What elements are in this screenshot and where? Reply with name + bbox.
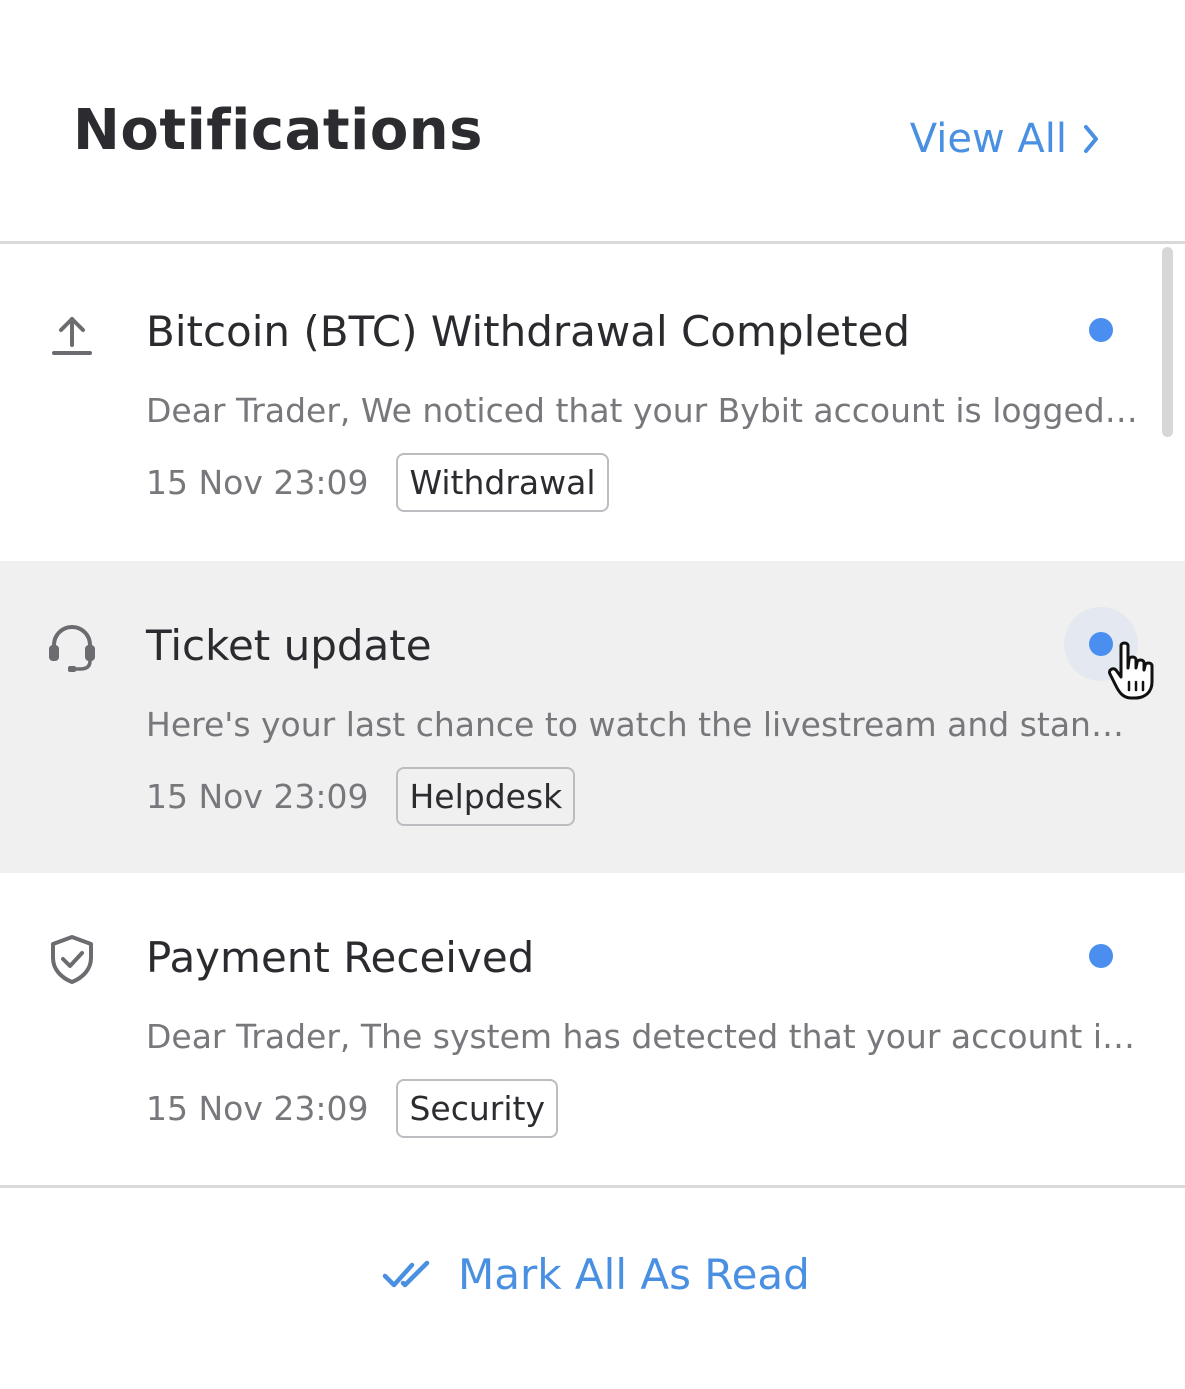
chevron-right-icon: [1084, 125, 1098, 153]
panel-header: Notifications View All: [0, 0, 1185, 244]
notification-item[interactable]: Bitcoin (BTC) Withdrawal Completed Dear …: [0, 247, 1185, 559]
notification-time: 15 Nov 23:09: [146, 1089, 369, 1128]
upload-icon: [44, 305, 100, 361]
notification-tag[interactable]: Helpdesk: [396, 767, 576, 826]
double-check-icon: [382, 1260, 430, 1287]
notifications-panel: Notifications View All Bitcoin (BTC) Wit…: [0, 0, 1185, 1389]
notification-time: 15 Nov 23:09: [146, 777, 369, 816]
mark-all-read-label: Mark All As Read: [458, 1250, 810, 1299]
notification-title: Bitcoin (BTC) Withdrawal Completed: [146, 307, 911, 356]
shield-check-icon: [44, 931, 100, 987]
unread-dot: [1089, 944, 1113, 968]
notification-item[interactable]: Ticket update Here's your last chance to…: [0, 561, 1185, 873]
notification-body: Dear Trader, We noticed that your Bybit …: [146, 391, 1138, 430]
mark-read-button[interactable]: [1064, 293, 1138, 367]
notification-tag[interactable]: Security: [396, 1079, 558, 1138]
scrollbar-thumb[interactable]: [1162, 247, 1173, 437]
notification-list[interactable]: Bitcoin (BTC) Withdrawal Completed Dear …: [0, 247, 1185, 1185]
notification-body: Dear Trader, The system has detected tha…: [146, 1017, 1138, 1056]
view-all-label: View All: [909, 116, 1067, 162]
view-all-link[interactable]: View All: [910, 116, 1101, 162]
unread-dot: [1089, 318, 1113, 342]
notification-tag[interactable]: Withdrawal: [396, 453, 609, 512]
notification-title: Payment Received: [146, 933, 535, 982]
panel-footer: Mark All As Read: [0, 1185, 1185, 1389]
notification-item[interactable]: Payment Received Dear Trader, The system…: [0, 873, 1185, 1185]
notification-meta: 15 Nov 23:09 Helpdesk: [146, 767, 576, 826]
mark-all-read-button[interactable]: Mark All As Read: [382, 1250, 810, 1299]
notification-body: Here's your last chance to watch the liv…: [146, 705, 1138, 744]
mark-read-button[interactable]: [1064, 919, 1138, 993]
notification-meta: 15 Nov 23:09 Withdrawal: [146, 453, 609, 512]
notification-time: 15 Nov 23:09: [146, 463, 369, 502]
page-title: Notifications: [73, 98, 483, 163]
notification-title: Ticket update: [146, 621, 432, 670]
headset-icon: [44, 619, 100, 675]
hand-cursor-icon: [1108, 641, 1154, 700]
notification-meta: 15 Nov 23:09 Security: [146, 1079, 558, 1138]
